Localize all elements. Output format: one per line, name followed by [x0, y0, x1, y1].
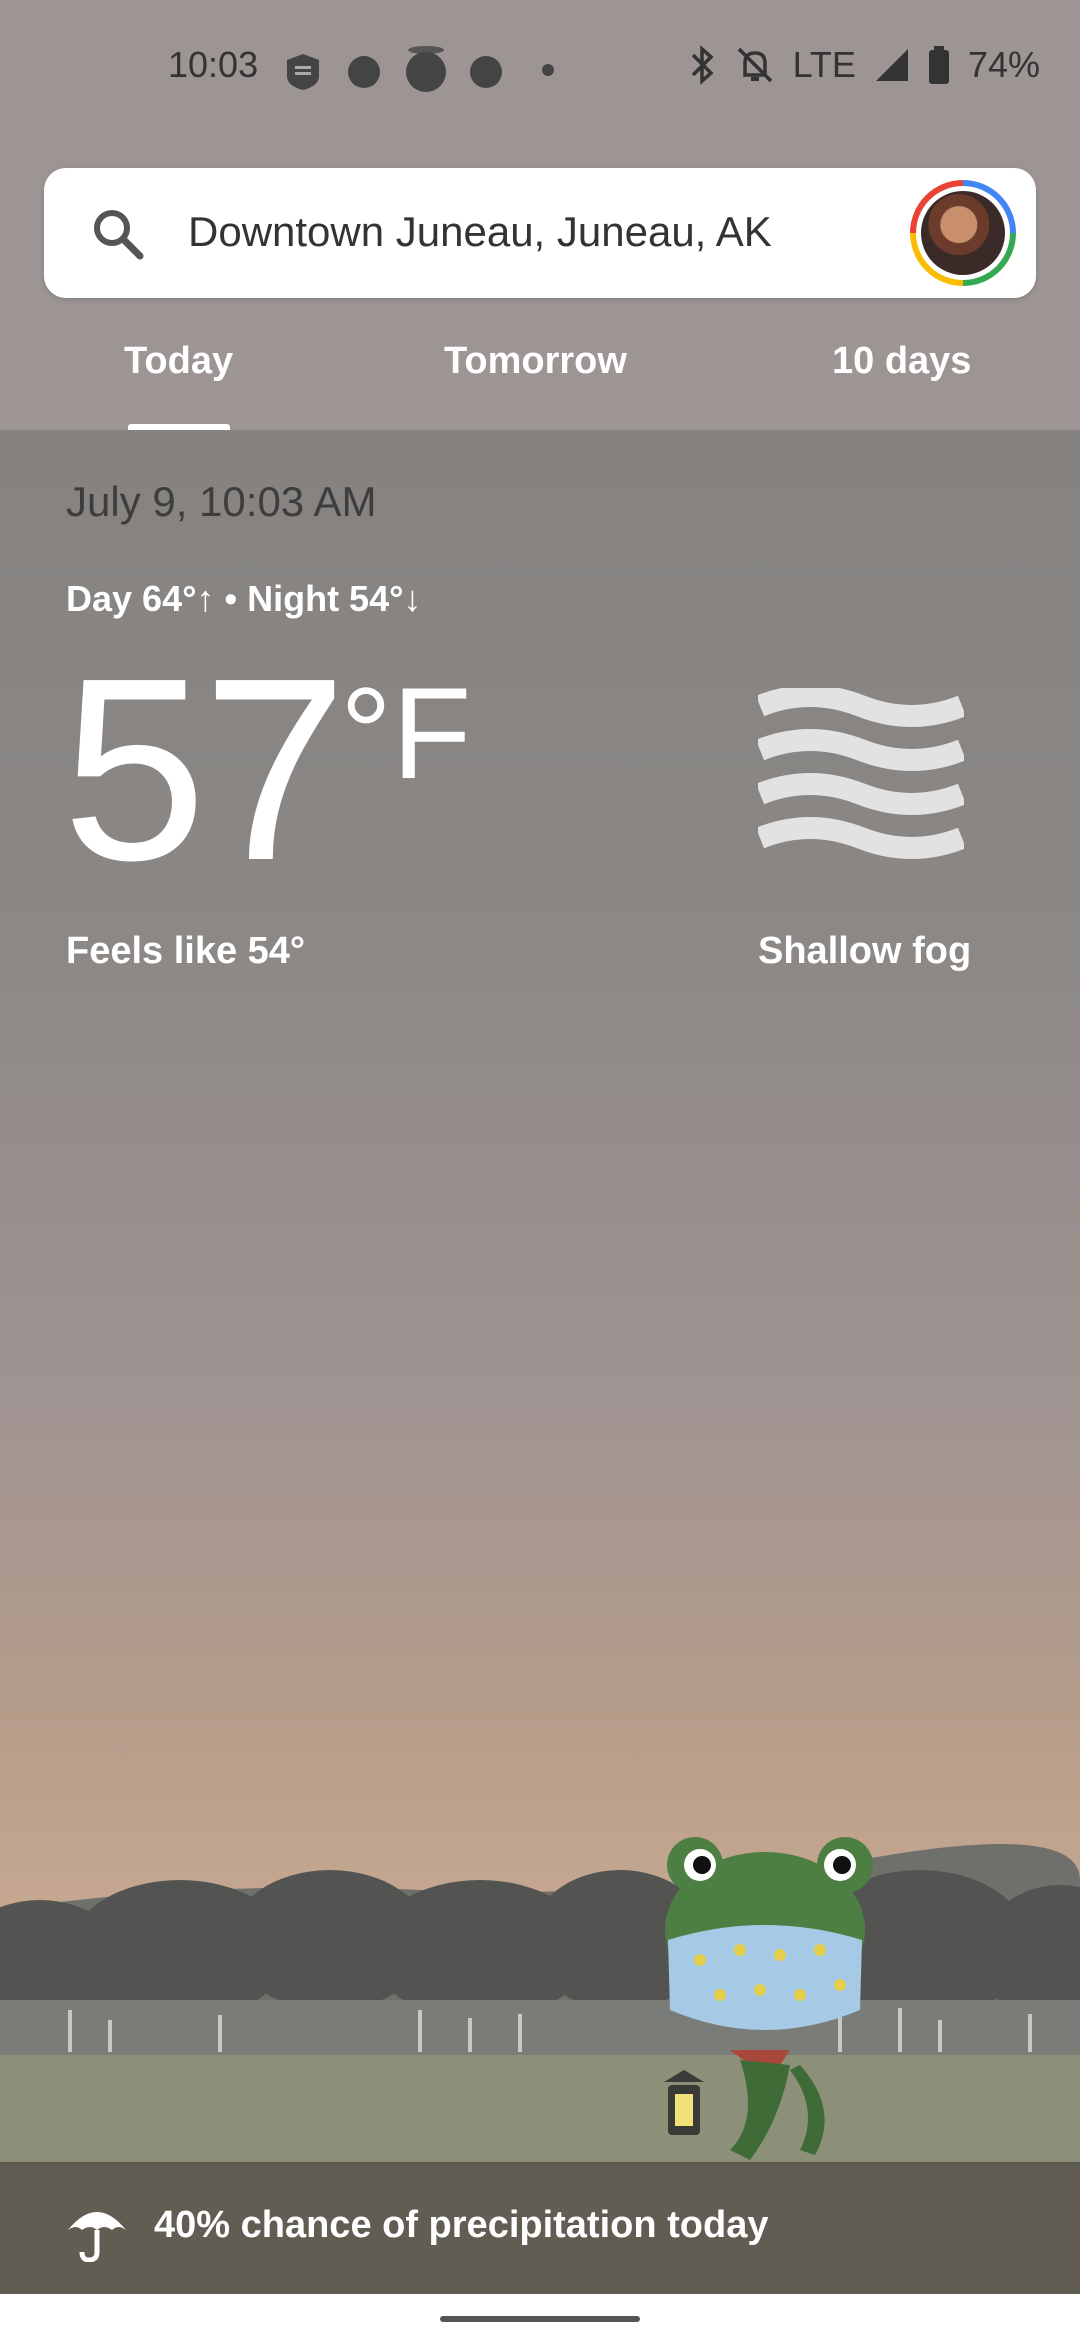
- avatar-photo: [921, 191, 1005, 275]
- tab-selected-indicator: [128, 424, 230, 430]
- weather-condition: Shallow fog: [758, 930, 972, 972]
- signal-icon: [875, 49, 908, 81]
- fog-icon: [758, 688, 964, 859]
- tab-today[interactable]: Today: [124, 340, 233, 383]
- notification-dot-icon: [470, 56, 502, 88]
- location-text[interactable]: Downtown Juneau, Juneau, AK: [188, 208, 772, 256]
- notification-icon: [287, 54, 319, 90]
- battery-icon: [928, 46, 949, 84]
- tab-tomorrow[interactable]: Tomorrow: [444, 340, 627, 383]
- forecast-tabs: Today Tomorrow 10 days: [0, 330, 1080, 430]
- system-navigation-bar: [0, 2294, 1080, 2340]
- location-search-bar[interactable]: Downtown Juneau, Juneau, AK: [44, 168, 1036, 298]
- bell-off-icon: [737, 47, 772, 83]
- home-gesture-handle[interactable]: [440, 2316, 640, 2322]
- account-avatar[interactable]: [910, 180, 1016, 286]
- bluetooth-icon: [691, 45, 714, 85]
- current-datetime: July 9, 10:03 AM: [66, 478, 377, 525]
- precipitation-text: 40% chance of precipitation today: [154, 2204, 769, 2246]
- network-type: LTE: [792, 44, 856, 85]
- current-temperature: 57: [62, 625, 347, 915]
- status-time: 10:03: [168, 44, 259, 85]
- umbrella-icon: [68, 2212, 126, 2262]
- status-bar: 10:03 LTE 74%: [0, 0, 1080, 140]
- day-night-temps: Day 64°↑ • Night 54°↓: [66, 578, 422, 619]
- notification-app-icon: [406, 46, 446, 92]
- temperature-unit[interactable]: °F: [340, 668, 471, 798]
- notification-dot-icon: [348, 56, 380, 88]
- search-icon[interactable]: [90, 206, 146, 262]
- tab-10-days[interactable]: 10 days: [832, 340, 971, 383]
- battery-percent: 74%: [967, 44, 1040, 85]
- feels-like: Feels like 54°: [66, 930, 306, 972]
- more-notifications-icon: [542, 64, 554, 76]
- precipitation-banner[interactable]: 40% chance of precipitation today: [0, 2162, 1080, 2294]
